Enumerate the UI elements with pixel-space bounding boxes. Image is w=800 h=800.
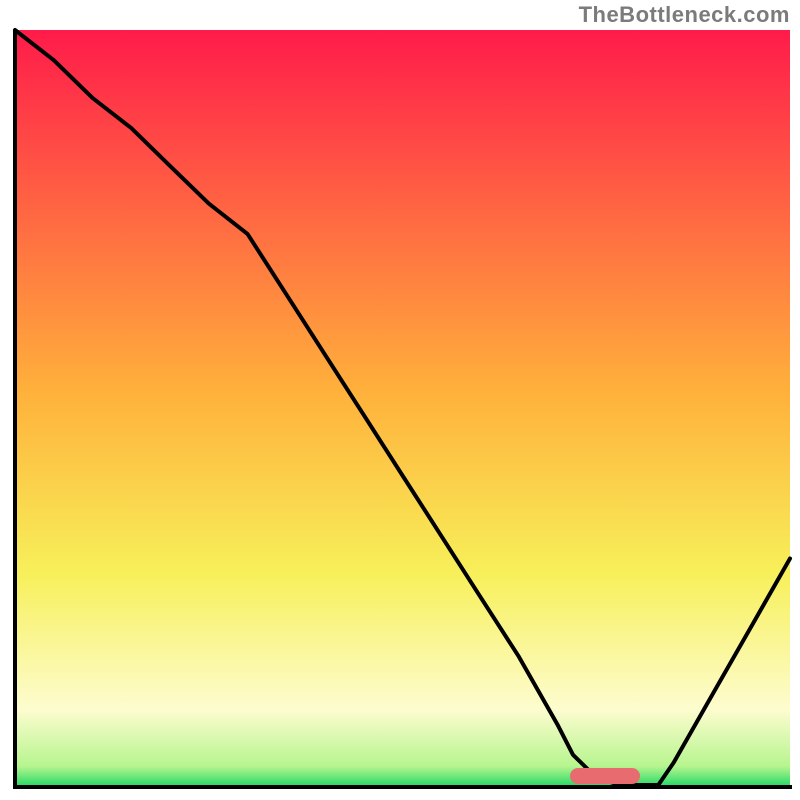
gradient-background [15, 30, 790, 785]
attribution-watermark: TheBottleneck.com [579, 2, 790, 28]
x-axis-line [13, 785, 792, 789]
y-axis-line [13, 30, 17, 789]
chart-container: TheBottleneck.com [0, 0, 800, 800]
optimal-marker [570, 768, 640, 784]
chart-canvas [0, 0, 800, 800]
